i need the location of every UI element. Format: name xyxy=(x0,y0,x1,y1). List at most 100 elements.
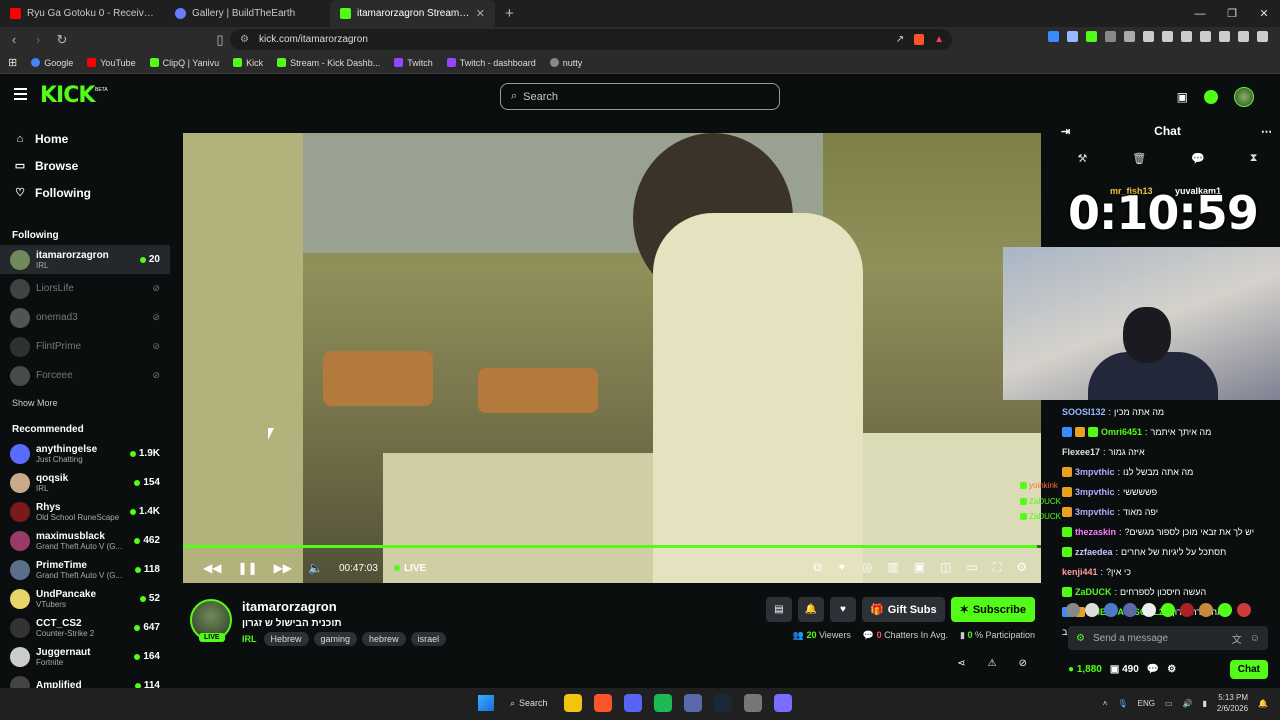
nav-browse[interactable]: ▭ Browse xyxy=(0,152,170,179)
chat-message[interactable]: thezaskin: יש לך את זבאי מוכן לספור מגשים… xyxy=(1062,522,1280,542)
language-indicator[interactable]: ENG xyxy=(1138,699,1155,708)
extension-icon[interactable] xyxy=(1162,31,1173,42)
emote-icon[interactable] xyxy=(1085,603,1099,617)
browser-tab-youtube[interactable]: Ryu Ga Gotoku 0 - Receive You - xyxy=(0,0,165,27)
translate-icon[interactable]: 文 xyxy=(1232,631,1242,646)
search-input[interactable]: ⌕ Search xyxy=(500,83,780,110)
extension-icon[interactable] xyxy=(1238,31,1249,42)
chat-username[interactable]: SOOSI132 xyxy=(1062,407,1106,417)
minimize-icon[interactable]: — xyxy=(1184,0,1216,27)
settings-ring-icon[interactable]: ◎ xyxy=(862,560,872,575)
live-indicator[interactable]: LIVE xyxy=(393,563,426,574)
taskbar-app-icon[interactable] xyxy=(653,694,672,712)
bookmark-kick[interactable]: Kick xyxy=(233,58,263,68)
fullscreen-icon[interactable]: ⛶ xyxy=(993,560,1001,575)
extension-icon[interactable] xyxy=(1067,31,1078,42)
hamburger-menu-icon[interactable] xyxy=(14,88,27,103)
fast-forward-icon[interactable]: ▶▶ xyxy=(274,561,292,575)
mod-hammer-icon[interactable]: ⚒ xyxy=(1077,152,1087,165)
collapse-chat-icon[interactable]: ⇥ xyxy=(1061,125,1070,138)
chat-message[interactable]: Flexee17: איזה גמור xyxy=(1062,442,1280,462)
recommended-channel[interactable]: PrimeTime Grand Theft Auto V (G... 118 xyxy=(0,555,170,584)
chat-username[interactable]: 3mpvthic xyxy=(1075,507,1115,517)
taskbar-app-icon[interactable] xyxy=(713,694,732,712)
menu-icon[interactable] xyxy=(1257,31,1268,42)
following-channel-forceee[interactable]: Forceee ⊘ xyxy=(0,361,170,390)
chat-username[interactable]: thezaskin xyxy=(1075,527,1116,537)
clip-button[interactable]: ▤ xyxy=(766,597,792,622)
gift-icon[interactable]: ▣ xyxy=(1177,90,1188,104)
following-channel-flintprime[interactable]: FlintPrime ⊘ xyxy=(0,332,170,361)
points-display[interactable]: ● 1,880 xyxy=(1068,664,1102,675)
forward-icon[interactable]: › xyxy=(28,32,48,47)
tag[interactable]: Hebrew xyxy=(263,632,309,646)
extension-icon[interactable] xyxy=(1048,31,1059,42)
recommended-channel[interactable]: qoqsik IRL 154 xyxy=(0,468,170,497)
chat-username[interactable]: 3mpvthic xyxy=(1075,487,1115,497)
gift-subs-button[interactable]: 🎁 Gift Subs xyxy=(862,597,945,622)
taskbar-search[interactable]: ⌕ Search xyxy=(504,698,554,709)
back-icon[interactable]: ‹ xyxy=(4,32,24,47)
share-icon[interactable]: ⋖ xyxy=(957,658,965,669)
recommended-channel[interactable]: Rhys Old School RuneScape 1.4K xyxy=(0,497,170,526)
taskbar-app-icon[interactable] xyxy=(593,694,612,712)
chat-message[interactable]: zzfaedea: תסתכל על ליגיות של אחרים xyxy=(1062,542,1280,562)
bookmark-nutty[interactable]: nutty xyxy=(549,58,582,68)
recommended-channel[interactable]: maximusblack Grand Theft Auto V (G... 462 xyxy=(0,526,170,555)
hourglass-icon[interactable]: ⧗ xyxy=(1250,152,1258,165)
taskbar-app-icon[interactable] xyxy=(773,694,792,712)
close-window-icon[interactable]: ✕ xyxy=(1248,0,1280,27)
taskbar-clock[interactable]: 5:13 PM 2/6/2026 xyxy=(1217,692,1248,714)
chat-settings-icon[interactable]: ⚙ xyxy=(1076,633,1085,644)
emoji-icon[interactable]: ☺ xyxy=(1250,633,1260,644)
battery-icon[interactable]: ▮ xyxy=(1202,699,1206,708)
close-tab-icon[interactable]: ✕ xyxy=(476,7,485,20)
extension-icon[interactable] xyxy=(1219,31,1230,42)
volume-icon[interactable]: 🔈 xyxy=(308,561,323,575)
stats-icon[interactable]: ▥ xyxy=(887,560,898,575)
extension-icon[interactable] xyxy=(1124,31,1135,42)
nav-home[interactable]: ⌂ Home xyxy=(0,125,170,152)
taskbar-app-icon[interactable] xyxy=(743,694,762,712)
bookmark-icon[interactable]: ▯ xyxy=(210,32,230,48)
report-icon[interactable]: ⚠ xyxy=(988,658,997,669)
gear-icon[interactable]: ⚙ xyxy=(1167,664,1176,675)
recommended-channel[interactable]: anythingelse Just Chatting 1.9K xyxy=(0,439,170,468)
chat-username[interactable]: 3mpvthic xyxy=(1075,467,1115,477)
chat-bubble-icon[interactable]: 💬 xyxy=(1191,152,1205,165)
site-info-icon[interactable]: ⚙ xyxy=(240,34,249,45)
chat-username[interactable]: zzfaedea xyxy=(1075,547,1113,557)
category-link[interactable]: IRL xyxy=(242,634,257,644)
emote-icon[interactable] xyxy=(1123,603,1137,617)
theater-mode-icon[interactable]: ▭ xyxy=(966,560,977,575)
tag[interactable]: hebrew xyxy=(362,632,406,646)
progress-bar[interactable] xyxy=(183,545,1041,548)
channel-name[interactable]: itamarorzagron xyxy=(242,599,337,614)
following-channel-liorslife[interactable]: LiorsLife ⊘ xyxy=(0,274,170,303)
pause-icon[interactable]: ❚❚ xyxy=(237,561,257,575)
url-field[interactable]: ⚙ kick.com/itamarorzagron ↗ ▲ xyxy=(230,29,952,50)
chat-message[interactable]: kenji441: כי אין? xyxy=(1062,562,1280,582)
brave-rewards-icon[interactable]: ▲ xyxy=(934,34,944,45)
extension-icon[interactable] xyxy=(1200,31,1211,42)
chat-message[interactable]: SOOSI132: מה אתה מכין xyxy=(1062,402,1280,422)
bookmark-twitch[interactable]: Twitch xyxy=(394,58,433,68)
extension-icon[interactable] xyxy=(1181,31,1192,42)
subscribe-button[interactable]: ✶ Subscribe xyxy=(950,597,1035,622)
emote-icon[interactable] xyxy=(1237,603,1251,617)
notification-button[interactable]: 🔔 xyxy=(798,597,824,622)
mute-icon[interactable]: ⊘ xyxy=(1019,658,1027,669)
user-avatar[interactable] xyxy=(1234,87,1254,107)
bookmark-youtube[interactable]: YouTube xyxy=(87,58,136,68)
chat-message[interactable]: 3mpvthic: מה אתה מבשל לנו xyxy=(1062,462,1280,482)
follow-button[interactable]: ♥ xyxy=(830,597,856,622)
tag[interactable]: gaming xyxy=(313,632,358,646)
emote-icon[interactable] xyxy=(1180,603,1194,617)
chat-username[interactable]: ZaDUCK xyxy=(1075,587,1112,597)
video-player[interactable]: ◀◀ ❚❚ ▶▶ 🔈 00:47:03 LIVE ⧉ ✦ ◎ ▥ ▣ ◫ ▭ ⛶… xyxy=(183,133,1041,583)
send-chat-button[interactable]: Chat xyxy=(1229,659,1268,679)
extension-icon[interactable] xyxy=(1105,31,1116,42)
following-channel-onemad3[interactable]: onemad3 ⊘ xyxy=(0,303,170,332)
bookmark-kick-dashboard[interactable]: Stream - Kick Dashb... xyxy=(277,58,380,68)
network-icon[interactable]: ▭ xyxy=(1165,699,1173,708)
